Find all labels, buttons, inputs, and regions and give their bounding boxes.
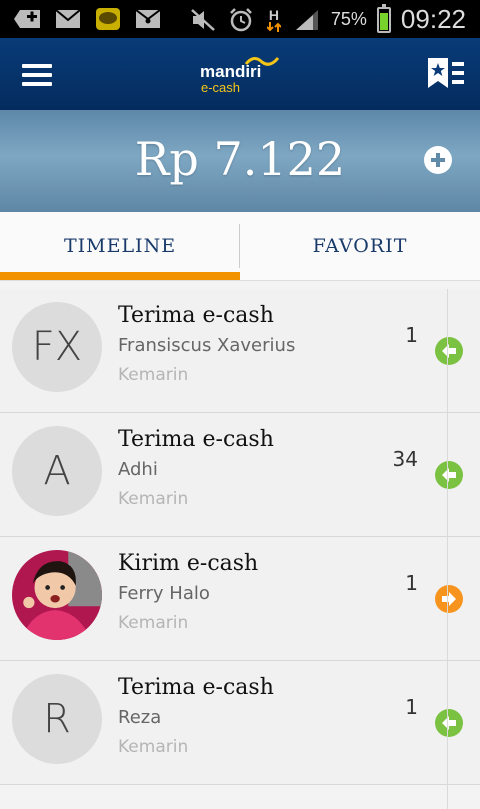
transaction-amount: 1 [405, 571, 418, 595]
child-photo-icon [12, 550, 102, 640]
app-bar: mandiri e-cash [0, 38, 480, 110]
avatar: FX [12, 302, 102, 392]
incoming-arrow-icon [435, 337, 463, 365]
avatar: R [12, 674, 102, 764]
transaction-title: Terima e-cash [118, 303, 274, 328]
mail-icon [54, 6, 82, 32]
mute-icon [189, 7, 217, 33]
transaction-time: Kemarin [118, 365, 189, 385]
bookmark-star-icon [428, 58, 464, 88]
list-item[interactable]: R Terima e-cash Reza Kemarin 1 [0, 661, 480, 785]
balance-amount: Rp 7.122 [134, 132, 346, 186]
menu-button[interactable] [22, 64, 52, 86]
timeline-line [447, 289, 448, 809]
transaction-amount: 1 [405, 323, 418, 347]
contact-name: Ferry Halo [118, 583, 210, 604]
notification-icons [14, 6, 162, 32]
list-item[interactable]: FX Terima e-cash Fransiscus Xaverius Kem… [0, 289, 480, 413]
transaction-amount: 34 [392, 447, 418, 471]
transaction-title: Terima e-cash [118, 427, 274, 452]
favorites-list-button[interactable] [426, 56, 466, 92]
transaction-time: Kemarin [118, 489, 189, 509]
transaction-title: Kirim e-cash [118, 551, 259, 576]
add-icon [14, 6, 42, 32]
list-item[interactable]: Kirim e-cash Ferry Halo Kemarin 1 [0, 537, 480, 661]
kakaotalk-icon [94, 6, 122, 32]
message-icon [134, 6, 162, 32]
network-icon: H [265, 7, 283, 33]
transaction-title: Terima e-cash [118, 675, 274, 700]
signal-icon [293, 7, 321, 33]
add-balance-button[interactable] [424, 146, 452, 174]
outgoing-arrow-icon [435, 585, 463, 613]
menu-icon-bar [22, 73, 52, 77]
transaction-time: Kemarin [118, 613, 189, 633]
contact-name: Reza [118, 707, 162, 728]
list-item[interactable]: A Terima e-cash Adhi Kemarin 34 [0, 413, 480, 537]
menu-icon-bar [22, 64, 52, 68]
menu-icon-bar [22, 82, 52, 86]
balance-banner: Rp 7.122 [0, 110, 480, 212]
active-tab-indicator [0, 272, 240, 280]
mandiri-ecash-logo: mandiri e-cash [200, 52, 280, 96]
tab-favorit[interactable]: FAVORIT [240, 212, 480, 280]
transaction-time: Kemarin [118, 737, 189, 757]
incoming-arrow-icon [435, 709, 463, 737]
incoming-arrow-icon [435, 461, 463, 489]
system-icons: H 75% 09:22 [189, 3, 466, 35]
clock: 09:22 [400, 4, 466, 34]
battery-icon [376, 3, 391, 33]
tab-bar: TIMELINE FAVORIT [0, 212, 480, 281]
avatar-photo [12, 550, 102, 640]
alarm-icon [227, 7, 255, 33]
transaction-list: FX Terima e-cash Fransiscus Xaverius Kem… [0, 289, 480, 785]
contact-name: Fransiscus Xaverius [118, 335, 296, 356]
logo-brand: mandiri [200, 62, 262, 81]
status-bar: H 75% 09:22 [0, 0, 480, 38]
avatar: A [12, 426, 102, 516]
contact-name: Adhi [118, 459, 158, 480]
battery-percent: 75% [330, 9, 367, 29]
tab-timeline[interactable]: TIMELINE [0, 212, 240, 280]
transaction-amount: 1 [405, 695, 418, 719]
logo-product: e-cash [201, 80, 241, 95]
